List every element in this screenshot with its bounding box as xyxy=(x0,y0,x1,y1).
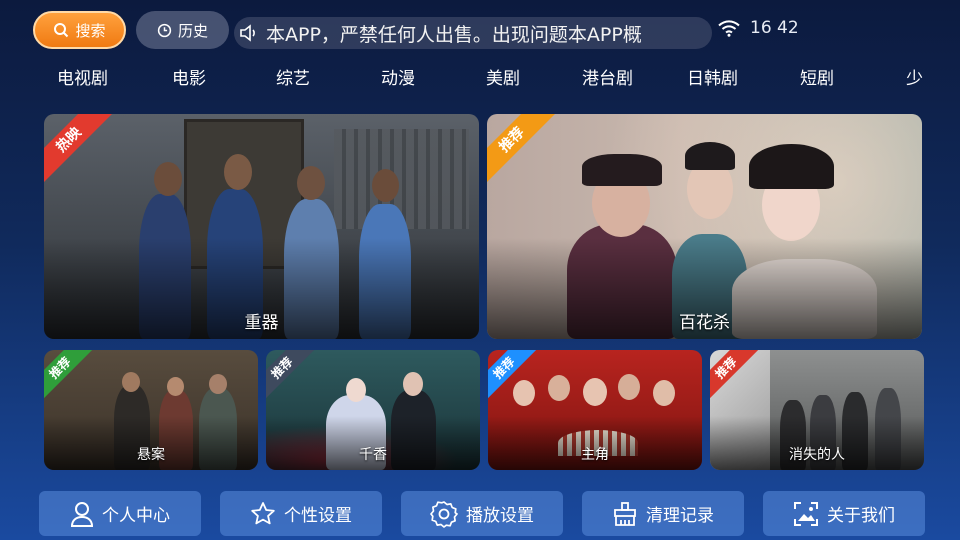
clear-history-button[interactable]: 清理记录 xyxy=(582,491,744,536)
personal-center-button[interactable]: 个人中心 xyxy=(39,491,201,536)
wifi-icon xyxy=(718,20,740,37)
tab-jp-kr-drama[interactable]: 日韩剧 xyxy=(687,64,738,89)
tab-short-drama[interactable]: 短剧 xyxy=(800,64,834,89)
tab-more[interactable]: 少 xyxy=(906,64,923,89)
clock-icon xyxy=(157,23,172,37)
menu-label: 关于我们 xyxy=(827,506,895,526)
menu-label: 清理记录 xyxy=(646,506,714,526)
recommended-card[interactable]: 推荐 主角 xyxy=(488,350,702,470)
clock-time: 16 42 xyxy=(750,18,799,38)
card-title: 主角 xyxy=(581,447,609,463)
tab-movies[interactable]: 电影 xyxy=(172,64,206,89)
card-title: 消失的人 xyxy=(789,447,845,463)
playback-settings-button[interactable]: 播放设置 xyxy=(401,491,563,536)
menu-label: 个性设置 xyxy=(284,506,352,526)
status-area: 16 42 xyxy=(718,18,799,38)
category-tabs: 电视剧 电影 综艺 动漫 美剧 港台剧 日韩剧 短剧 少 xyxy=(0,62,928,92)
recommended-card[interactable]: 推荐 悬案 xyxy=(44,350,258,470)
top-bar: 搜索 历史 本APP，严禁任何人出售。出现问题本APP概 16 42 xyxy=(0,0,960,60)
menu-label: 播放设置 xyxy=(466,506,534,526)
person-icon xyxy=(70,501,94,527)
image-frame-icon xyxy=(794,501,818,526)
announcement-marquee: 本APP，严禁任何人出售。出现问题本APP概 xyxy=(234,17,712,49)
search-label: 搜索 xyxy=(75,21,106,40)
menu-label: 个人中心 xyxy=(102,506,170,526)
recommended-card[interactable]: 推荐 消失的人 xyxy=(710,350,924,470)
card-title: 悬案 xyxy=(137,447,165,463)
speaker-icon xyxy=(240,24,255,42)
star-icon xyxy=(251,501,275,524)
featured-card[interactable]: 热映 重器 xyxy=(44,114,479,339)
card-title: 百花杀 xyxy=(679,313,730,333)
gear-icon xyxy=(430,500,458,528)
card-title: 重器 xyxy=(244,313,279,333)
tab-us-drama[interactable]: 美剧 xyxy=(486,64,520,89)
broom-icon xyxy=(614,501,636,526)
recommended-card[interactable]: 推荐 千香 xyxy=(266,350,480,470)
card-title: 千香 xyxy=(359,447,387,463)
personalization-button[interactable]: 个性设置 xyxy=(220,491,382,536)
search-button[interactable]: 搜索 xyxy=(33,11,126,49)
about-us-button[interactable]: 关于我们 xyxy=(763,491,925,536)
announcement-text: 本APP，严禁任何人出售。出现问题本APP概 xyxy=(266,23,642,46)
history-label: 历史 xyxy=(177,21,208,40)
search-icon xyxy=(54,23,69,38)
tab-variety[interactable]: 综艺 xyxy=(276,64,310,89)
history-button[interactable]: 历史 xyxy=(136,11,229,49)
tab-tv-series[interactable]: 电视剧 xyxy=(57,64,108,89)
tab-hk-tw-drama[interactable]: 港台剧 xyxy=(582,64,633,89)
tab-anime[interactable]: 动漫 xyxy=(381,64,415,89)
featured-card[interactable]: 推荐 百花杀 xyxy=(487,114,922,339)
